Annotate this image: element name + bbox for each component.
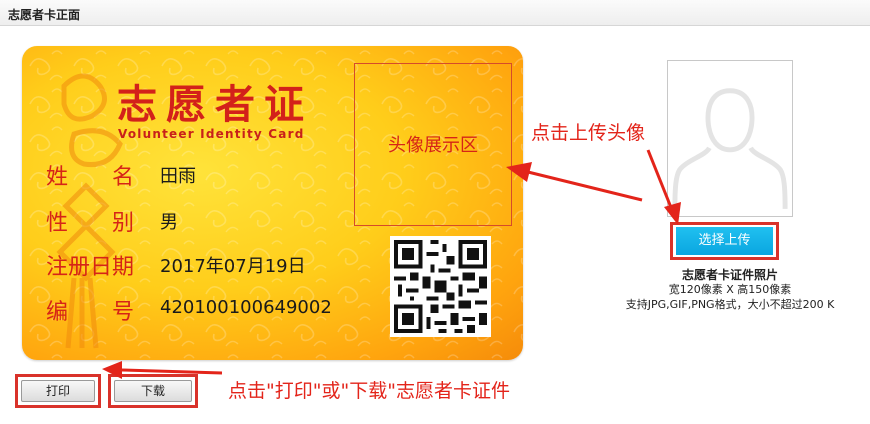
field-value-name: 田雨 bbox=[160, 166, 196, 187]
print-button[interactable]: 打印 bbox=[21, 380, 95, 402]
arrow-to-photo-area bbox=[527, 170, 643, 202]
qr-code-icon bbox=[390, 236, 491, 337]
arrow-to-print-button bbox=[121, 368, 223, 375]
photo-caption-size: 宽120像素 X 高150像素 bbox=[668, 283, 792, 296]
field-label-name-char-1: 姓 bbox=[46, 165, 69, 190]
field-label-register-date: 注册日期 bbox=[46, 255, 135, 280]
field-label-gender-char-1: 性 bbox=[46, 211, 69, 236]
volunteer-card: 志愿者证 Volunteer Identity Card 姓 名 田雨 性 别 … bbox=[22, 46, 523, 360]
field-label-number-char-2: 号 bbox=[111, 300, 134, 325]
person-silhouette-icon bbox=[672, 88, 788, 209]
panel-title: 志愿者卡正面 bbox=[8, 8, 81, 22]
print-annotation: 点击"打印"或"下载"志愿者卡证件 bbox=[228, 380, 510, 402]
photo-display-area: 头像展示区 bbox=[354, 63, 512, 226]
field-label-name-char-2: 名 bbox=[111, 165, 134, 190]
photo-caption-format: 支持JPG,GIF,PNG格式，大小不超过200 K bbox=[625, 298, 835, 311]
field-label-gender-char-2: 别 bbox=[111, 211, 134, 236]
panel-header: 志愿者卡正面 bbox=[0, 0, 870, 26]
field-label-number-char-1: 编 bbox=[46, 300, 69, 325]
upload-annotation: 点击上传头像 bbox=[531, 122, 646, 144]
select-upload-button[interactable]: 选择上传 bbox=[676, 227, 773, 255]
field-value-register-date: 2017年07月19日 bbox=[160, 256, 306, 277]
card-subtitle: Volunteer Identity Card bbox=[118, 127, 305, 141]
page: 志愿者卡正面 志愿者证 Volunteer Identity Card 姓 名 … bbox=[0, 0, 870, 424]
field-value-gender: 男 bbox=[160, 212, 178, 233]
photo-placeholder-text: 头像展示区 bbox=[388, 135, 478, 156]
avatar-preview bbox=[667, 60, 793, 217]
field-value-number: 420100100649002 bbox=[160, 297, 332, 318]
field-label-name: 姓 名 bbox=[46, 159, 134, 191]
download-button[interactable]: 下载 bbox=[114, 380, 192, 402]
card-title: 志愿者证 bbox=[117, 81, 313, 128]
field-label-gender: 性 别 bbox=[46, 205, 134, 237]
field-label-number: 编 号 bbox=[46, 294, 134, 326]
